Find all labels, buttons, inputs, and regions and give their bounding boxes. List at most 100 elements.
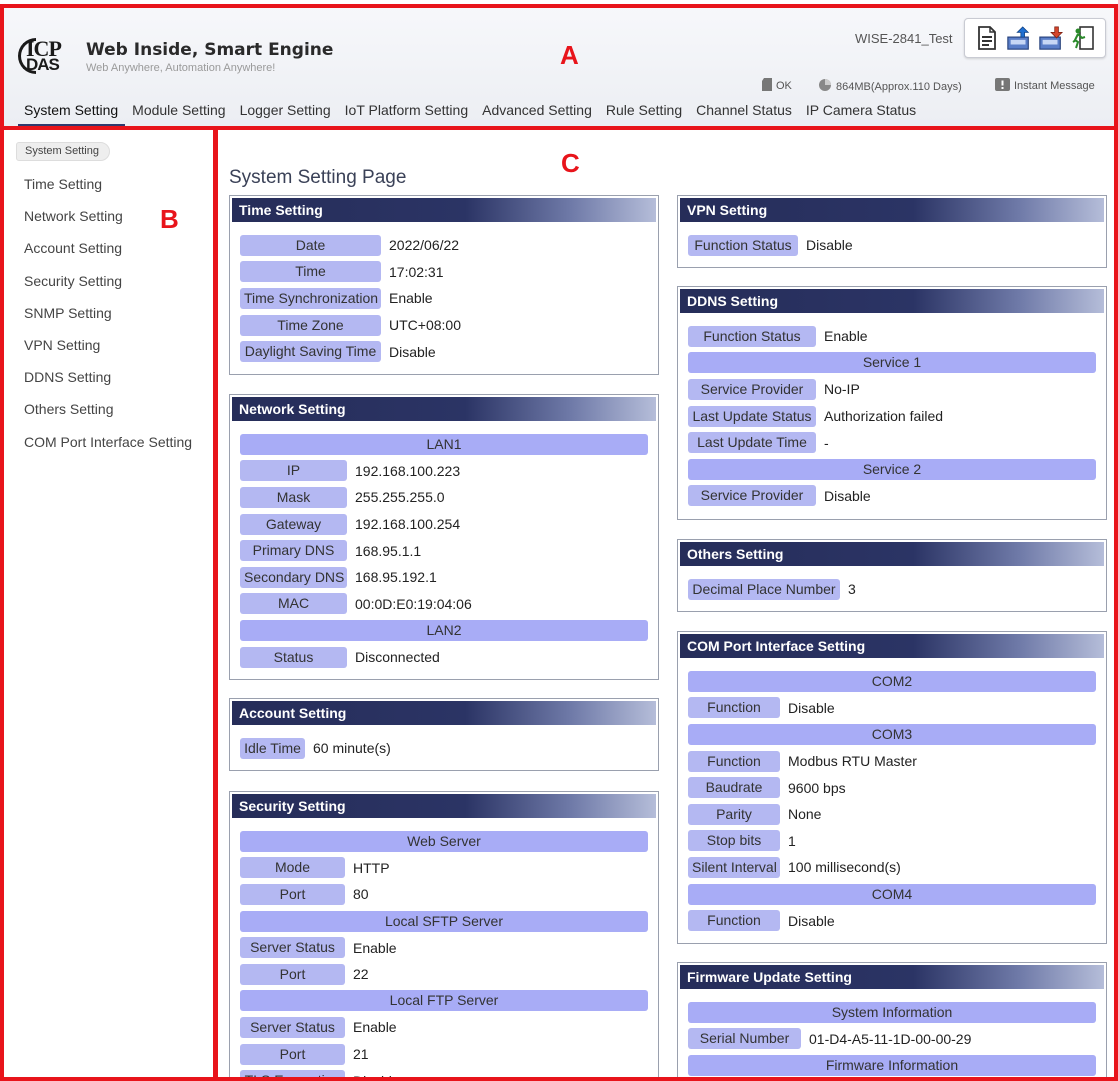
row-value: 3	[848, 581, 856, 598]
row-value: Disconnected	[355, 649, 440, 666]
row-value: 192.168.100.223	[355, 462, 461, 479]
section-row: Service 1	[688, 350, 1096, 377]
section-row: System Information	[688, 999, 1096, 1026]
menu-iot-platform-setting[interactable]: IoT Platform Setting	[338, 100, 475, 127]
menu-system-setting[interactable]: System Setting	[18, 100, 126, 127]
sidebar-item-account[interactable]: Account Setting	[24, 240, 192, 272]
row-label: Silent Interval	[688, 856, 780, 878]
row-label: Stop bits	[688, 830, 780, 852]
sidebar-item-com-port[interactable]: COM Port Interface Setting	[24, 434, 192, 466]
row-label: Time Synchronization	[240, 287, 381, 309]
section-row: COM2	[688, 668, 1096, 695]
section-header: Firmware Information	[688, 1054, 1096, 1076]
menu-logger-setting[interactable]: Logger Setting	[233, 100, 338, 127]
row-label: Primary DNS	[240, 540, 347, 562]
sidebar-item-ddns[interactable]: DDNS Setting	[24, 369, 192, 401]
panel-title: Time Setting	[232, 198, 656, 222]
account-setting-panel: Account Setting Idle Time 60 minute(s)	[229, 698, 659, 771]
row-value: 1	[788, 832, 796, 849]
security-setting-panel: Security Setting Web Server Mode HTTP Por…	[229, 791, 659, 1081]
row-value: UTC+08:00	[389, 317, 461, 334]
menu-ip-camera-status[interactable]: IP Camera Status	[799, 100, 923, 127]
section-header: LAN2	[240, 619, 648, 641]
sidebar-item-vpn[interactable]: VPN Setting	[24, 337, 192, 369]
row-value: Modbus RTU Master	[788, 753, 917, 770]
row-value: Disable	[824, 487, 871, 504]
sidebar-item-snmp[interactable]: SNMP Setting	[24, 305, 192, 337]
menu-module-setting[interactable]: Module Setting	[125, 100, 232, 127]
section-header: COM2	[688, 670, 1096, 692]
info-row: Stop bits 1	[688, 828, 1096, 855]
row-value: 21	[353, 1046, 369, 1063]
top-header: ICP DAS Web Inside, Smart Engine Web Any…	[0, 4, 1118, 127]
row-label: Port	[240, 1043, 345, 1065]
panel-title: Security Setting	[232, 794, 656, 818]
row-value: -	[824, 434, 829, 451]
logout-icon[interactable]	[1070, 25, 1096, 51]
row-label: Serial Number	[688, 1028, 801, 1050]
device-name: WISE-2841_Test	[855, 31, 953, 46]
info-row: Function Status Disable	[688, 232, 1096, 259]
row-value: Disable	[353, 1072, 400, 1081]
menu-channel-status[interactable]: Channel Status	[689, 100, 799, 127]
section-row: LAN1	[240, 431, 648, 458]
com-port-setting-panel: COM Port Interface Setting COM2 Function…	[677, 631, 1107, 944]
panel-title: Account Setting	[232, 701, 656, 725]
sidebar-item-others[interactable]: Others Setting	[24, 401, 192, 433]
others-setting-panel: Others Setting Decimal Place Number 3	[677, 539, 1107, 612]
info-row: Port 22	[240, 961, 648, 988]
info-row: Daylight Saving Time Disable	[240, 338, 648, 365]
menu-advanced-setting[interactable]: Advanced Setting	[475, 100, 599, 127]
section-header: Local SFTP Server	[240, 910, 648, 932]
main-menu: System Setting Module Setting Logger Set…	[18, 100, 923, 127]
row-value: Enable	[389, 290, 433, 307]
network-setting-panel: Network Setting LAN1 IP 192.168.100.223 M…	[229, 394, 659, 680]
row-value: Disable	[788, 699, 835, 716]
instant-message[interactable]: Instant Message	[995, 78, 1095, 94]
row-label: Secondary DNS	[240, 566, 347, 588]
info-row: Time 17:02:31	[240, 259, 648, 286]
ddns-setting-panel: DDNS Setting Function Status Enable Servi…	[677, 286, 1107, 520]
download-icon[interactable]	[1038, 25, 1064, 51]
row-value: 9600 bps	[788, 779, 846, 796]
section-row: Local FTP Server	[240, 988, 648, 1015]
brand-title: Web Inside, Smart Engine	[86, 40, 334, 60]
panel-title: DDNS Setting	[680, 289, 1104, 313]
row-label: Function	[688, 910, 780, 932]
row-value: 80	[353, 886, 369, 903]
info-row: Function Modbus RTU Master	[688, 748, 1096, 775]
menu-rule-setting[interactable]: Rule Setting	[599, 100, 689, 127]
row-label: Daylight Saving Time	[240, 341, 381, 363]
sd-card-icon	[762, 78, 772, 94]
info-row: Service Provider No-IP	[688, 376, 1096, 403]
row-value: 255.255.255.0	[355, 489, 445, 506]
upload-icon[interactable]	[1006, 25, 1032, 51]
info-row: Service Provider Disable	[688, 483, 1096, 510]
row-value: 17:02:31	[389, 263, 444, 280]
section-row: Firmware Information	[688, 1052, 1096, 1079]
section-row: COM4	[688, 881, 1096, 908]
row-label: Function Status	[688, 325, 816, 347]
row-label: Gateway	[240, 513, 347, 535]
sidebar-item-security[interactable]: Security Setting	[24, 273, 192, 305]
status-ok: OK	[762, 78, 792, 94]
row-value: Disable	[788, 912, 835, 929]
row-value: 100 millisecond(s)	[788, 859, 901, 876]
row-label: IP	[240, 460, 347, 482]
row-value: 00:0D:E0:19:04:06	[355, 595, 472, 612]
panel-title: Network Setting	[232, 397, 656, 421]
row-label: Time Zone	[240, 314, 381, 336]
document-icon[interactable]	[974, 25, 1000, 51]
section-row: LAN2	[240, 617, 648, 644]
breadcrumb[interactable]: System Setting	[16, 142, 110, 161]
row-label: Date	[240, 234, 381, 256]
row-label: Last Update Status	[688, 405, 816, 427]
row-label: TLS Encryption	[240, 1070, 345, 1080]
row-label: Decimal Place Number	[688, 578, 840, 600]
info-row: TLS Encryption Disable	[240, 1067, 648, 1081]
info-row: Date 2022/06/22	[240, 232, 648, 259]
info-row: Last Update Status Authorization failed	[688, 403, 1096, 430]
section-header: Service 1	[688, 352, 1096, 374]
annotation-label-a: A	[560, 40, 579, 70]
row-label: Mask	[240, 486, 347, 508]
